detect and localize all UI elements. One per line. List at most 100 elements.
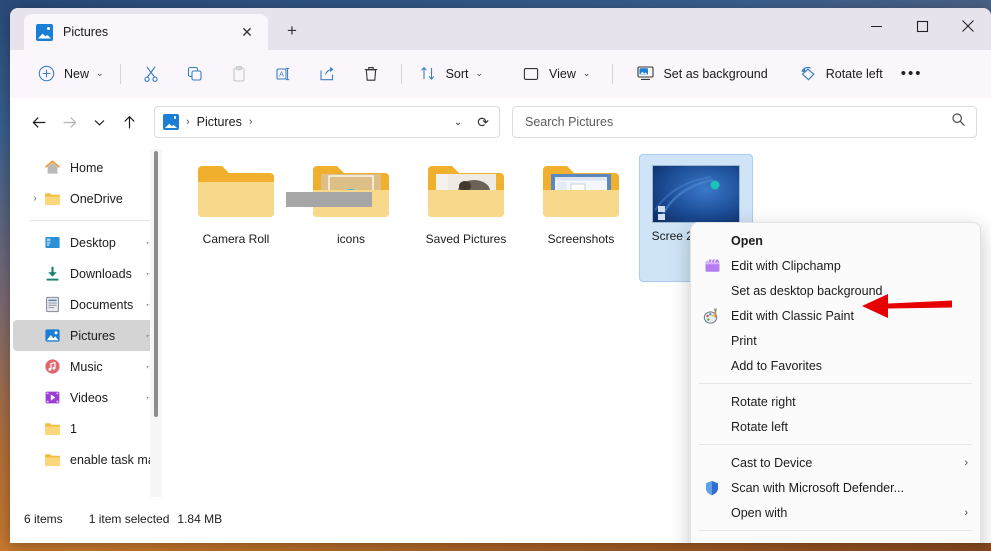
copy-button[interactable]	[173, 58, 217, 90]
sidebar-item-enable-task-manager[interactable]: enable task mar	[13, 444, 160, 475]
file-item-screenshots[interactable]: Screenshots	[524, 154, 638, 282]
sidebar-item-folder-1[interactable]: 1	[13, 413, 160, 444]
toolbar-divider	[120, 64, 121, 84]
menu-label-edit-with-clipchamp: Edit with Clipchamp	[731, 259, 841, 273]
maximize-icon[interactable]	[899, 8, 945, 44]
set-as-background-button[interactable]: Set as background	[627, 58, 775, 90]
file-item-saved-pictures[interactable]: Saved Pictures	[409, 154, 523, 282]
plus-circle-icon	[36, 64, 56, 84]
sidebar-label-music: Music	[70, 360, 103, 374]
menu-label-open: Open	[731, 234, 763, 248]
sidebar-label-documents: Documents	[70, 298, 133, 312]
file-item-camera-roll[interactable]: Camera Roll	[179, 154, 293, 282]
menu-separator-1	[699, 383, 972, 384]
more-options-button[interactable]: •••	[891, 58, 933, 90]
breadcrumb-pictures[interactable]: Pictures	[197, 115, 242, 129]
new-button[interactable]: New ⌄	[28, 58, 112, 90]
menu-item-open[interactable]: Open	[691, 228, 980, 253]
menu-label-cast-to-device: Cast to Device	[731, 456, 812, 470]
sidebar-label-folder-1: 1	[70, 422, 77, 436]
file-item-icons[interactable]: icons	[294, 154, 408, 282]
submenu-chevron-give-access: ›	[964, 543, 968, 544]
image-thumbnail-selected	[652, 165, 740, 223]
rotate-left-label: Rotate left	[826, 67, 883, 81]
menu-label-open-with: Open with	[731, 506, 787, 520]
sidebar-item-music[interactable]: Music	[13, 351, 160, 382]
command-toolbar: New ⌄ A	[10, 50, 991, 98]
menu-item-open-with[interactable]: Open with ›	[691, 500, 980, 525]
menu-label-scan-with-defender: Scan with Microsoft Defender...	[731, 481, 904, 495]
sidebar-item-videos[interactable]: Videos	[13, 382, 160, 413]
folder-icon	[43, 190, 61, 208]
view-icon	[521, 64, 541, 84]
address-bar[interactable]: › Pictures › ⌄ ⟳	[154, 106, 500, 138]
menu-separator-2	[699, 444, 972, 445]
share-button[interactable]	[305, 58, 349, 90]
delete-button[interactable]	[349, 58, 393, 90]
search-input[interactable]: Search Pictures	[525, 115, 951, 129]
breadcrumb-separator-2[interactable]: ›	[249, 116, 253, 128]
recent-locations-button[interactable]	[84, 107, 114, 137]
forward-button[interactable]	[54, 107, 84, 137]
cut-button[interactable]	[129, 58, 173, 90]
address-dropdown-icon[interactable]: ⌄	[445, 117, 471, 128]
status-selection: 1 item selected	[89, 512, 170, 526]
minimize-icon[interactable]	[853, 8, 899, 44]
menu-item-edit-with-clipchamp[interactable]: Edit with Clipchamp	[691, 253, 980, 278]
sidebar-item-desktop[interactable]: Desktop	[13, 227, 160, 258]
chevron-down-icon-3: ⌄	[583, 68, 591, 79]
submenu-chevron-open-with: ›	[964, 507, 968, 519]
sidebar-item-documents[interactable]: Documents	[13, 289, 160, 320]
sidebar-label-videos: Videos	[70, 391, 108, 405]
pictures-icon-sidebar	[43, 327, 61, 345]
paste-icon	[229, 64, 249, 84]
toolbar-divider-3	[612, 64, 613, 84]
menu-label-rotate-left: Rotate left	[731, 420, 788, 434]
share-icon	[317, 64, 337, 84]
sidebar-item-downloads[interactable]: Downloads	[13, 258, 160, 289]
menu-item-rotate-right[interactable]: Rotate right	[691, 389, 980, 414]
loading-thumbnail-placeholder	[286, 192, 372, 207]
file-name-saved-pictures: Saved Pictures	[426, 232, 507, 247]
sidebar-divider	[30, 220, 151, 221]
file-explorer-window: Pictures ✕ + New ⌄	[10, 8, 991, 543]
paste-button	[217, 58, 261, 90]
menu-label-add-to-favorites: Add to Favorites	[731, 359, 822, 373]
up-button[interactable]	[114, 107, 144, 137]
clipchamp-icon	[701, 258, 723, 273]
breadcrumb-separator-1: ›	[186, 116, 190, 128]
sidebar-item-onedrive[interactable]: › OneDrive	[13, 183, 160, 214]
sidebar-item-home[interactable]: Home	[13, 152, 160, 183]
rotate-left-button[interactable]: Rotate left	[790, 58, 891, 90]
search-box[interactable]: Search Pictures	[512, 106, 977, 138]
file-name-icons: icons	[337, 232, 365, 247]
new-tab-button[interactable]: +	[278, 18, 306, 44]
tab-pictures[interactable]: Pictures ✕	[24, 14, 268, 50]
menu-label-give-access-to: Give access to	[731, 542, 813, 544]
refresh-icon[interactable]: ⟳	[471, 114, 495, 131]
view-button[interactable]: View ⌄	[513, 58, 598, 90]
window-controls	[853, 8, 991, 44]
context-menu[interactable]: Open Edit with Clipchamp Set as desktop …	[690, 222, 981, 543]
close-window-icon[interactable]	[945, 8, 991, 44]
sort-button-label: Sort	[446, 67, 469, 81]
sidebar-label-desktop: Desktop	[70, 236, 116, 250]
search-icon[interactable]	[951, 112, 966, 132]
sidebar-scrollbar-thumb[interactable]	[154, 151, 158, 417]
menu-item-rotate-left[interactable]: Rotate left	[691, 414, 980, 439]
sort-button[interactable]: Sort ⌄	[410, 58, 491, 90]
trash-icon	[361, 64, 381, 84]
svg-text:A: A	[279, 71, 284, 78]
menu-label-edit-with-classic-paint: Edit with Classic Paint	[731, 309, 854, 323]
menu-item-give-access-to[interactable]: Give access to ›	[691, 536, 980, 543]
expander-onedrive[interactable]: ›	[27, 193, 43, 204]
close-tab-icon[interactable]: ✕	[234, 19, 260, 45]
menu-item-print[interactable]: Print	[691, 328, 980, 353]
sidebar-label-enable-task-manager: enable task mar	[70, 453, 154, 467]
rename-button[interactable]: A	[261, 58, 305, 90]
back-button[interactable]	[24, 107, 54, 137]
menu-item-scan-with-defender[interactable]: Scan with Microsoft Defender...	[691, 475, 980, 500]
menu-item-cast-to-device[interactable]: Cast to Device ›	[691, 450, 980, 475]
sidebar-item-pictures[interactable]: Pictures	[13, 320, 160, 351]
menu-item-add-to-favorites[interactable]: Add to Favorites	[691, 353, 980, 378]
